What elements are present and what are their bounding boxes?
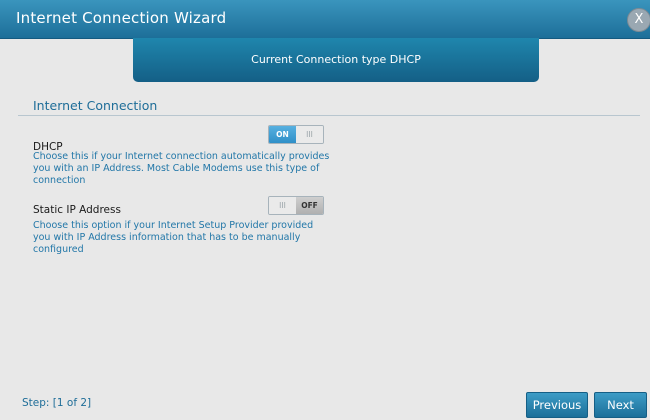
window-title: Internet Connection Wizard — [16, 9, 227, 27]
static-ip-toggle-off: OFF — [296, 197, 323, 214]
static-ip-toggle-grip: III — [269, 197, 296, 214]
dhcp-description: Choose this if your Internet connection … — [33, 151, 330, 186]
dhcp-toggle-grip: III — [296, 126, 323, 143]
next-button[interactable]: Next — [594, 392, 647, 418]
close-button[interactable]: X — [627, 8, 650, 32]
dhcp-toggle-on: ON — [269, 126, 296, 143]
title-bar: Internet Connection Wizard — [0, 0, 650, 39]
step-indicator: Step: [1 of 2] — [22, 397, 92, 409]
static-ip-toggle[interactable]: III OFF — [268, 196, 324, 215]
dhcp-toggle[interactable]: ON III — [268, 125, 324, 144]
section-divider — [18, 115, 640, 116]
connection-type-banner: Current Connection type DHCP — [133, 38, 539, 82]
static-ip-description: Choose this option if your Internet Setu… — [33, 220, 314, 255]
section-title: Internet Connection — [33, 98, 158, 113]
static-ip-label: Static IP Address — [33, 204, 121, 216]
previous-button[interactable]: Previous — [526, 392, 588, 418]
